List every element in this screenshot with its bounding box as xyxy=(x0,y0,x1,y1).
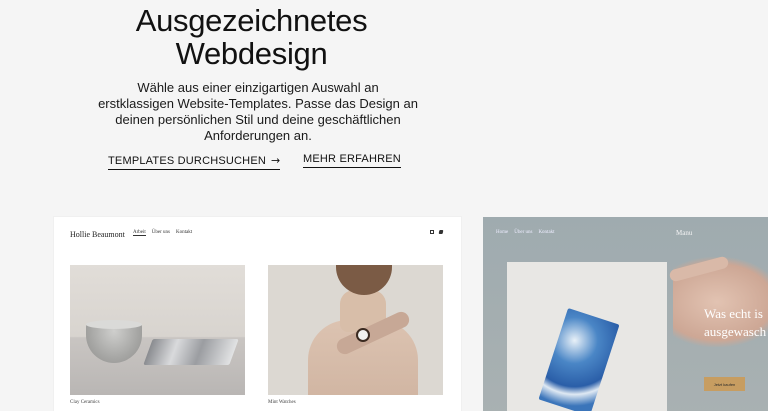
arrow-right-icon: → xyxy=(271,154,281,167)
headline-line: Was echt is xyxy=(704,306,763,321)
template-nav-item: Kontakt xyxy=(175,230,193,235)
template-preview-manu[interactable]: Home Über uns Kontakt Manu Was echt is a… xyxy=(483,217,768,411)
dyed-cloth-shape xyxy=(538,308,620,411)
browse-templates-label: TEMPLATES DURCHSUCHEN xyxy=(108,155,267,167)
template-nav-item: Arbeit xyxy=(133,230,146,236)
template-nav-item: Home xyxy=(496,230,509,235)
hero-subtitle-line: Anforderungen an. xyxy=(204,128,312,143)
learn-more-link[interactable]: MEHR ERFAHREN xyxy=(303,153,401,168)
hero-subtitle: Wähle aus einer einzigartigen Auswahl an… xyxy=(98,80,418,144)
hero-title: Ausgezeichnetes Webdesign xyxy=(0,4,503,70)
social-icons xyxy=(430,230,444,234)
headline-line: ausgewasch xyxy=(704,324,767,339)
template-nav-item: Über uns xyxy=(514,230,533,235)
image-caption: Clay Ceramics xyxy=(70,400,100,405)
hero-title-line-2: Webdesign xyxy=(175,36,328,71)
hero-subtitle-line: erstklassigen Website-Templates. Passe d… xyxy=(98,96,418,111)
hero-subtitle-line: deinen persönlichen Stil und deine gesch… xyxy=(115,112,401,127)
template-headline: Was echt is ausgewasch xyxy=(704,305,766,341)
template-nav-item: Über uns xyxy=(151,230,170,235)
twitter-icon xyxy=(438,230,444,234)
image-caption: Mint Watches xyxy=(268,400,296,405)
template-brand: Hollie Beaumont xyxy=(70,230,125,239)
bowl-rim xyxy=(86,320,142,329)
template-preview-hollie-beaumont[interactable]: Hollie Beaumont Arbeit Über uns Kontakt … xyxy=(54,217,461,411)
shop-now-button: Jetzt kaufen xyxy=(704,377,745,391)
ceramics-image xyxy=(70,265,245,395)
browse-templates-link[interactable]: TEMPLATES DURCHSUCHEN → xyxy=(108,154,281,170)
hero-title-line-1: Ausgezeichnetes xyxy=(135,3,368,38)
watch-icon xyxy=(356,328,370,342)
fabric-image xyxy=(507,262,667,411)
template-nav: Home Über uns Kontakt xyxy=(496,230,555,235)
plate-shape xyxy=(143,339,239,365)
watch-model-image xyxy=(268,265,443,395)
bowl-shape xyxy=(86,323,142,363)
template-brand: Manu xyxy=(676,229,693,237)
template-nav: Arbeit Über uns Kontakt xyxy=(133,230,192,236)
hero-subtitle-line: Wähle aus einer einzigartigen Auswahl an xyxy=(137,80,379,95)
instagram-icon xyxy=(430,230,434,234)
hair-shape xyxy=(336,265,392,295)
template-nav-item: Kontakt xyxy=(538,230,555,235)
